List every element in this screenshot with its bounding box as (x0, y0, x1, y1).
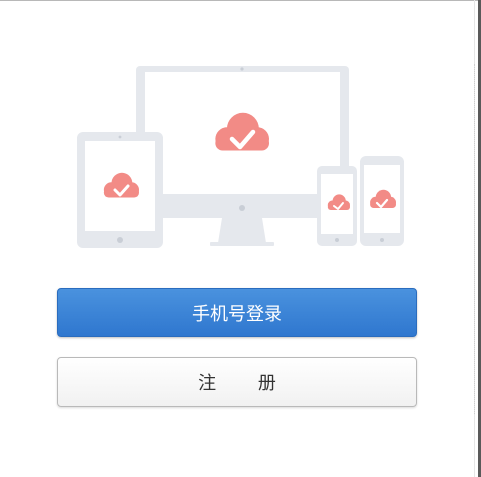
register-button[interactable]: 注 册 (57, 357, 417, 407)
tablet-illustration (77, 132, 163, 248)
register-label: 注 册 (198, 373, 294, 394)
devices-illustration (77, 66, 404, 248)
phone-login-button[interactable]: 手机号登录 (57, 288, 417, 337)
phone-illustration (360, 156, 404, 246)
phone-login-label: 手机号登录 (192, 303, 282, 325)
phone-illustration (317, 166, 357, 246)
